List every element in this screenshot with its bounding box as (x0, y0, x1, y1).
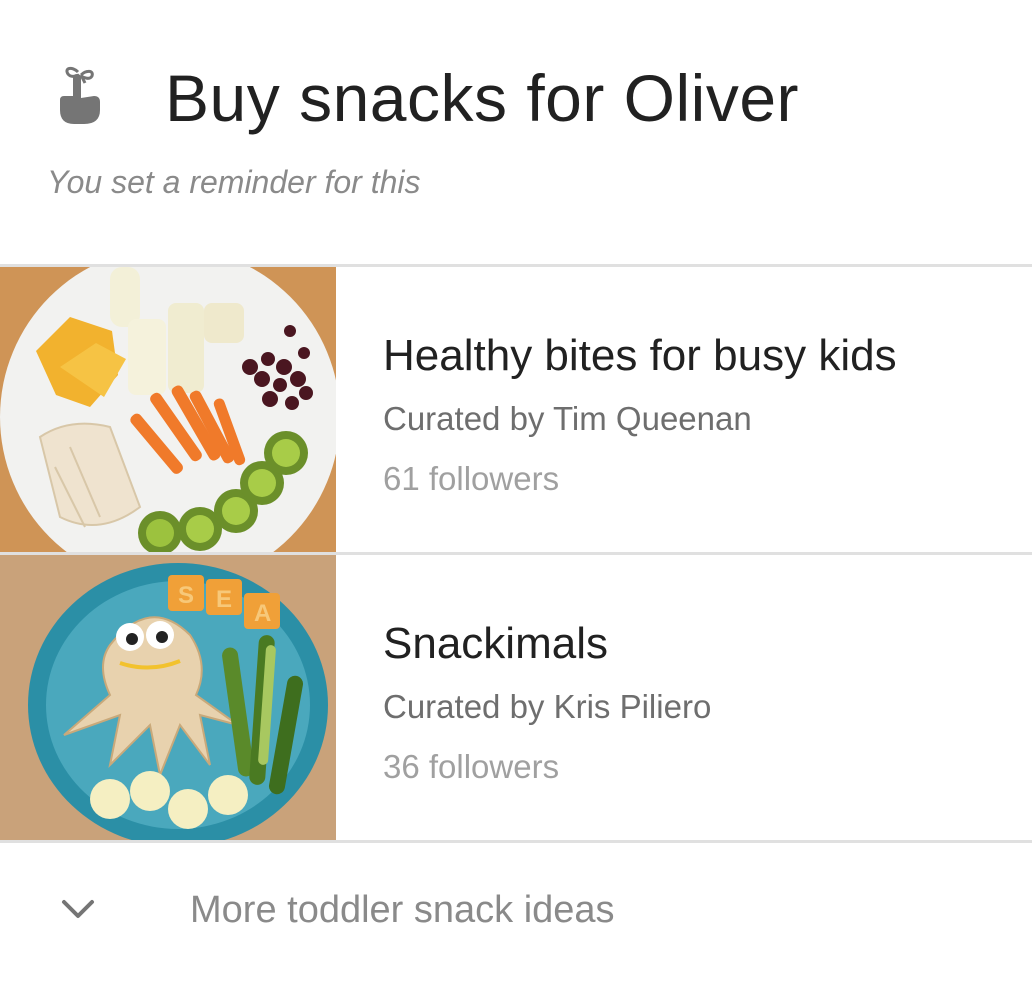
collection-card-snackimals[interactable]: S E A Snackimals Curated by Kris Piliero… (0, 555, 1032, 841)
page-title: Buy snacks for Oliver (165, 61, 800, 135)
more-ideas-label: More toddler snack ideas (190, 889, 615, 931)
collection-followers: 61 followers (383, 460, 560, 497)
collection-curator: Curated by Tim Queenan (383, 400, 752, 437)
chevron-down-icon (62, 900, 94, 918)
reminder-subtitle: You set a reminder for this (47, 164, 421, 200)
collection-card-healthy-bites[interactable]: Healthy bites for busy kids Curated by T… (0, 267, 1032, 553)
finger-string-reminder-icon (60, 66, 100, 124)
collection-curator: Curated by Kris Piliero (383, 688, 712, 725)
divider (0, 840, 1032, 843)
collection-title: Snackimals (383, 619, 608, 668)
collection-thumbnail (0, 267, 336, 553)
more-ideas-button[interactable]: More toddler snack ideas (0, 844, 1032, 984)
reminder-header: Buy snacks for Oliver You set a reminder… (0, 0, 1032, 264)
svg-text:S: S (178, 582, 194, 609)
collection-thumbnail: S E A (0, 555, 336, 841)
svg-text:A: A (254, 600, 271, 627)
svg-text:E: E (216, 586, 232, 613)
collection-followers: 36 followers (383, 748, 560, 785)
collection-title: Healthy bites for busy kids (383, 331, 897, 380)
